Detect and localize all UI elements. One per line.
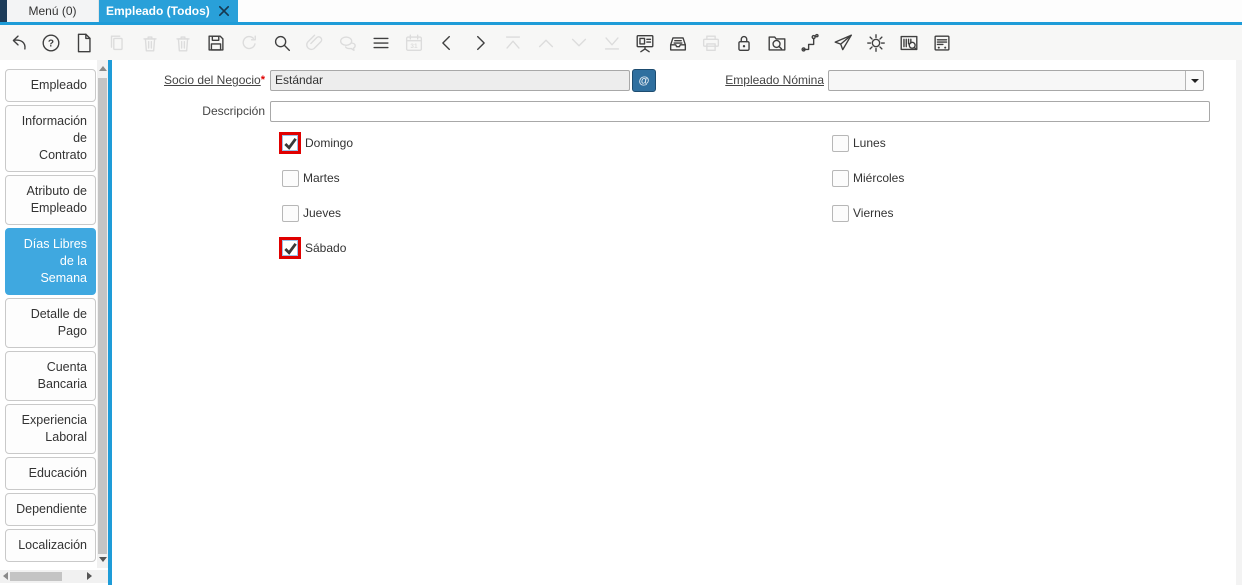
zoom-across-icon[interactable]: [766, 29, 788, 57]
sidebar-item-localizacion[interactable]: Localización: [5, 529, 96, 562]
previous-record-icon[interactable]: [436, 29, 458, 57]
scroll-down-icon[interactable]: [99, 557, 107, 562]
checkbox-unchecked-icon[interactable]: [832, 205, 849, 222]
sidebar-item-experiencia-laboral[interactable]: Experiencia Laboral: [5, 404, 96, 454]
next-record-icon[interactable]: [469, 29, 491, 57]
business-partner-record-button[interactable]: @: [632, 69, 656, 92]
checkbox-unchecked-icon[interactable]: [282, 170, 299, 187]
last-record-icon: [601, 29, 623, 57]
required-marker: *: [260, 74, 265, 86]
svg-text:?: ?: [48, 38, 54, 49]
close-icon[interactable]: [217, 4, 231, 18]
chat-icon: [337, 29, 359, 57]
content-right-scroll-track: [1236, 60, 1242, 585]
checkbox-miercoles[interactable]: Miércoles: [832, 167, 904, 190]
sidebar-item-dias-libres-de-la-semana[interactable]: Días Libres de la Semana: [5, 228, 96, 295]
form-panel: Socio del Negocio* Estándar @ Empleado N…: [112, 60, 1242, 585]
find-icon[interactable]: [271, 29, 293, 57]
checkbox-martes[interactable]: Martes: [282, 167, 340, 190]
sidebar-item-dependiente[interactable]: Dependiente: [5, 493, 96, 526]
sidebar-item-detalle-de-pago[interactable]: Detalle de Pago: [5, 298, 96, 348]
checkbox-unchecked-icon[interactable]: [832, 170, 849, 187]
first-record-icon: [502, 29, 524, 57]
archive-icon[interactable]: [667, 29, 689, 57]
lock-icon[interactable]: [733, 29, 755, 57]
checkbox-viernes[interactable]: Viernes: [832, 202, 893, 225]
descripcion-label: Descripción: [202, 104, 265, 118]
attachment-icon: [304, 29, 326, 57]
scroll-up-icon[interactable]: [99, 66, 107, 71]
quick-form-icon[interactable]: [931, 29, 953, 57]
horizontal-scrollbar-thumb[interactable]: [10, 572, 62, 581]
save-icon[interactable]: [205, 29, 227, 57]
checkbox-checked-icon[interactable]: [279, 237, 301, 259]
descripcion-field[interactable]: [270, 101, 1210, 122]
copy-record-icon: [106, 29, 128, 57]
detail-tabs-sidebar: Empleado Información de Contrato Atribut…: [0, 60, 96, 585]
delete-selection-icon: [172, 29, 194, 57]
checkbox-jueves[interactable]: Jueves: [282, 202, 341, 225]
scroll-left-icon[interactable]: [3, 572, 8, 580]
sidebar-item-educacion[interactable]: Educación: [5, 457, 96, 490]
refresh-icon: [238, 29, 260, 57]
checkbox-domingo[interactable]: Domingo: [279, 132, 353, 155]
undo-icon[interactable]: [7, 29, 29, 57]
checkbox-sabado[interactable]: Sábado: [279, 237, 346, 260]
preferences-gear-icon[interactable]: [865, 29, 887, 57]
window-tab-bar: Menú (0) Empleado (Todos): [0, 0, 1242, 22]
report-icon[interactable]: [634, 29, 656, 57]
toolbar: ? 31: [0, 25, 1242, 60]
corner-block: [0, 0, 7, 22]
sidebar-item-atributo-de-empleado[interactable]: Atributo de Empleado: [5, 175, 96, 225]
sidebar-item-empleado[interactable]: Empleado: [5, 69, 96, 102]
workflow-icon[interactable]: [799, 29, 821, 57]
chevron-down-icon: [1190, 78, 1199, 83]
vertical-scrollbar-thumb[interactable]: [98, 78, 107, 554]
sidebar-vertical-scrollbar[interactable]: [97, 60, 108, 568]
application-window: Menú (0) Empleado (Todos) ? 31 Empleado …: [0, 0, 1242, 585]
send-mail-icon[interactable]: [832, 29, 854, 57]
empleado-nomina-label: Empleado Nómina: [725, 73, 824, 87]
calendar-icon: 31: [403, 29, 425, 57]
sidebar-item-cuenta-bancaria[interactable]: Cuenta Bancaria: [5, 351, 96, 401]
new-record-icon[interactable]: [73, 29, 95, 57]
scroll-right-icon[interactable]: [87, 572, 92, 580]
socio-del-negocio-field[interactable]: Estándar: [270, 70, 630, 91]
checkbox-checked-icon[interactable]: [279, 132, 301, 154]
print-icon: [700, 29, 722, 57]
tab-menu[interactable]: Menú (0): [7, 0, 99, 22]
grid-toggle-icon[interactable]: [370, 29, 392, 57]
checkbox-unchecked-icon[interactable]: [832, 135, 849, 152]
barcode-lookup-icon[interactable]: [898, 29, 920, 57]
tab-empleado-todos[interactable]: Empleado (Todos): [99, 0, 238, 22]
sidebar-horizontal-scrollbar[interactable]: [0, 570, 108, 583]
empleado-nomina-combobox[interactable]: [828, 70, 1204, 91]
record-info-icon: @: [638, 74, 650, 87]
checkbox-unchecked-icon[interactable]: [282, 205, 299, 222]
help-icon[interactable]: ?: [40, 29, 62, 57]
active-tab-label: Empleado (Todos): [106, 4, 210, 18]
parent-record-icon: [535, 29, 557, 57]
detail-record-icon: [568, 29, 590, 57]
combobox-dropdown-button[interactable]: [1185, 71, 1203, 90]
socio-del-negocio-label: Socio del Negocio*: [163, 73, 265, 87]
svg-text:31: 31: [410, 43, 418, 50]
sidebar-item-informacion-de-contrato[interactable]: Información de Contrato: [5, 105, 96, 172]
delete-record-icon: [139, 29, 161, 57]
checkbox-lunes[interactable]: Lunes: [832, 132, 886, 155]
combobox-value: [829, 71, 1185, 90]
